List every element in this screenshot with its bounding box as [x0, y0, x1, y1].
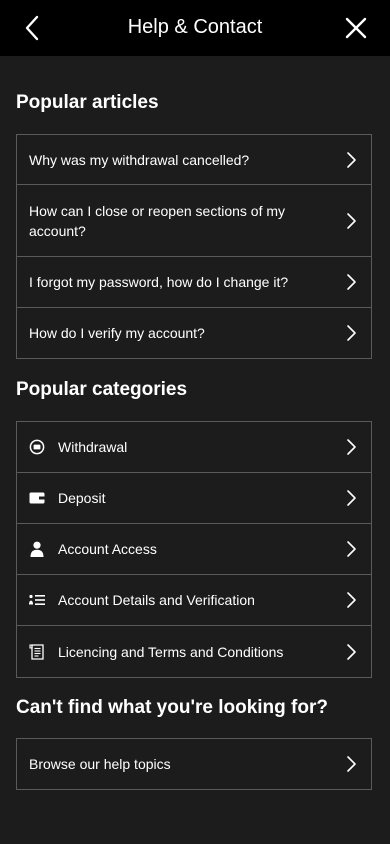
- article-label: How do I verify my account?: [29, 325, 205, 341]
- article-item-close-reopen[interactable]: How can I close or reopen sections of my…: [17, 185, 371, 257]
- chevron-right-icon: [347, 439, 356, 455]
- category-label: Account Access: [58, 541, 157, 557]
- list-icon: [29, 594, 45, 605]
- category-label: Withdrawal: [58, 439, 128, 455]
- header-bar: Help & Contact: [0, 0, 390, 56]
- category-label: Account Details and Verification: [58, 592, 255, 608]
- chevron-right-icon: [347, 274, 356, 290]
- chevron-right-icon: [347, 643, 356, 660]
- chevron-right-icon: [347, 212, 356, 229]
- chevron-right-icon: [347, 490, 356, 506]
- cant-find-heading: Can't find what you're looking for?: [16, 697, 328, 718]
- browse-help-topics-button[interactable]: Browse our help topics: [17, 739, 371, 789]
- user-icon: [30, 541, 44, 557]
- article-item-verify-account[interactable]: How do I verify my account?: [17, 308, 371, 358]
- category-item-deposit[interactable]: Deposit: [17, 473, 371, 524]
- category-item-licencing-terms[interactable]: Licencing and Terms and Conditions: [17, 626, 371, 677]
- browse-label: Browse our help topics: [29, 756, 171, 772]
- chevron-right-icon: [347, 756, 356, 772]
- category-item-account-details[interactable]: Account Details and Verification: [17, 575, 371, 626]
- article-label: How can I close or reopen sections of my…: [29, 202, 286, 239]
- popular-articles-list: Why was my withdrawal cancelled? How can…: [16, 134, 372, 359]
- category-label: Licencing and Terms and Conditions: [58, 643, 284, 660]
- chevron-right-icon: [347, 325, 356, 341]
- chevron-right-icon: [347, 541, 356, 557]
- category-item-account-access[interactable]: Account Access: [17, 524, 371, 575]
- document-icon: [29, 643, 44, 660]
- chevron-right-icon: [347, 151, 356, 168]
- category-label: Deposit: [58, 490, 106, 506]
- category-item-withdrawal[interactable]: Withdrawal: [17, 422, 371, 473]
- popular-categories-list: Withdrawal Deposit Account Access Accoun…: [16, 421, 372, 678]
- close-button[interactable]: [342, 14, 370, 42]
- popular-categories-heading: Popular categories: [16, 379, 188, 400]
- page-title: Help & Contact: [127, 16, 263, 38]
- article-item-withdrawal-cancelled[interactable]: Why was my withdrawal cancelled?: [17, 135, 371, 185]
- wallet-icon: [29, 492, 45, 504]
- article-item-forgot-password[interactable]: I forgot my password, how do I change it…: [17, 257, 371, 308]
- article-label: I forgot my password, how do I change it…: [29, 274, 289, 290]
- close-icon: [345, 17, 367, 39]
- popular-articles-heading: Popular articles: [16, 92, 159, 113]
- browse-help-list: Browse our help topics: [16, 738, 372, 790]
- article-label: Why was my withdrawal cancelled?: [29, 151, 250, 168]
- withdrawal-icon: [29, 439, 45, 455]
- chevron-right-icon: [347, 592, 356, 608]
